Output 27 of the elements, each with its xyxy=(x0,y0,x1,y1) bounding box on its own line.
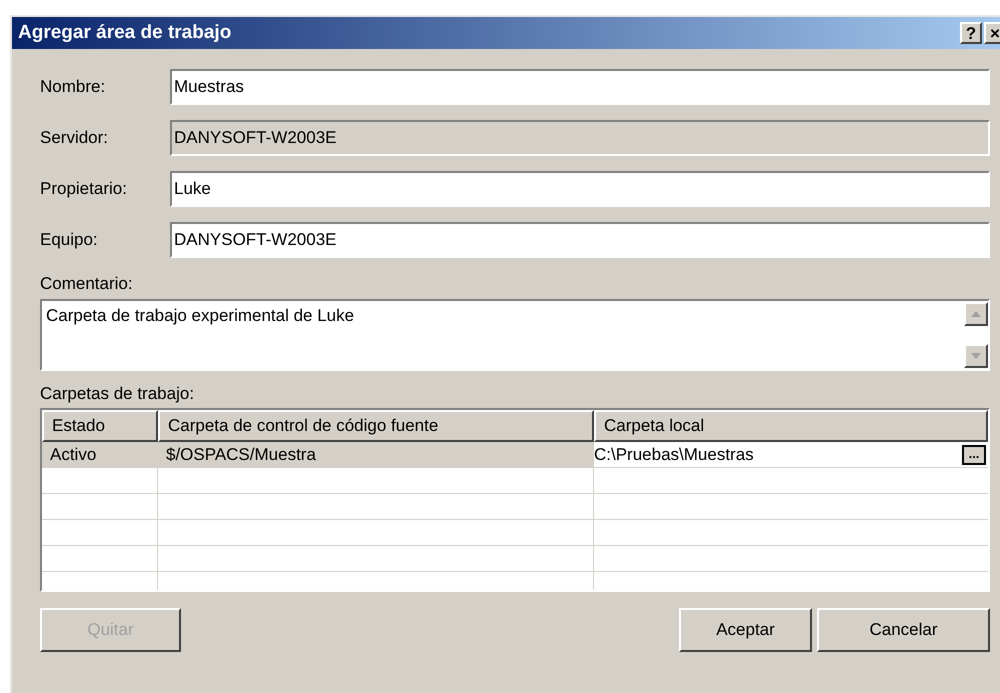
down-arrow-icon xyxy=(971,352,981,358)
browse-button[interactable]: ... xyxy=(962,444,986,464)
folders-label: Carpetas de trabajo: xyxy=(40,382,196,404)
scroll-down-button[interactable] xyxy=(964,344,988,368)
text-field[interactable]: Muestras xyxy=(170,68,990,104)
column-header[interactable]: Estado xyxy=(42,410,158,442)
table-cell: C:\Pruebas\Muestras ... xyxy=(594,442,988,467)
field-label: Propietario: xyxy=(40,178,128,200)
text-field[interactable]: DANYSOFT-W2003E xyxy=(170,222,990,258)
close-button[interactable]: × xyxy=(984,22,1000,44)
cancel-button[interactable]: Cancelar xyxy=(817,608,990,652)
text-field[interactable]: Luke xyxy=(170,170,990,206)
column-header[interactable]: Carpeta local xyxy=(594,410,988,442)
up-arrow-icon xyxy=(971,310,981,316)
window-title: Agregar área de trabajo xyxy=(18,20,232,45)
field-label: Servidor: xyxy=(40,126,110,149)
table-cell: Activo xyxy=(42,442,158,467)
field-label: Equipo: xyxy=(40,228,99,251)
comment-label: Comentario: xyxy=(40,273,134,295)
column-header[interactable]: Carpeta de control de código fuente xyxy=(158,410,594,442)
scroll-up-button[interactable] xyxy=(964,302,988,326)
table-cell: $/OSPACS/Muestra xyxy=(158,442,594,467)
field-label: Nombre: xyxy=(40,76,106,98)
comment-text: Carpeta de trabajo experimental de Luke xyxy=(45,304,356,326)
accept-button[interactable]: Aceptar xyxy=(679,608,812,652)
comment-field[interactable]: Carpeta de trabajo experimental de Luke xyxy=(40,298,990,370)
help-button[interactable]: ? xyxy=(960,22,982,44)
